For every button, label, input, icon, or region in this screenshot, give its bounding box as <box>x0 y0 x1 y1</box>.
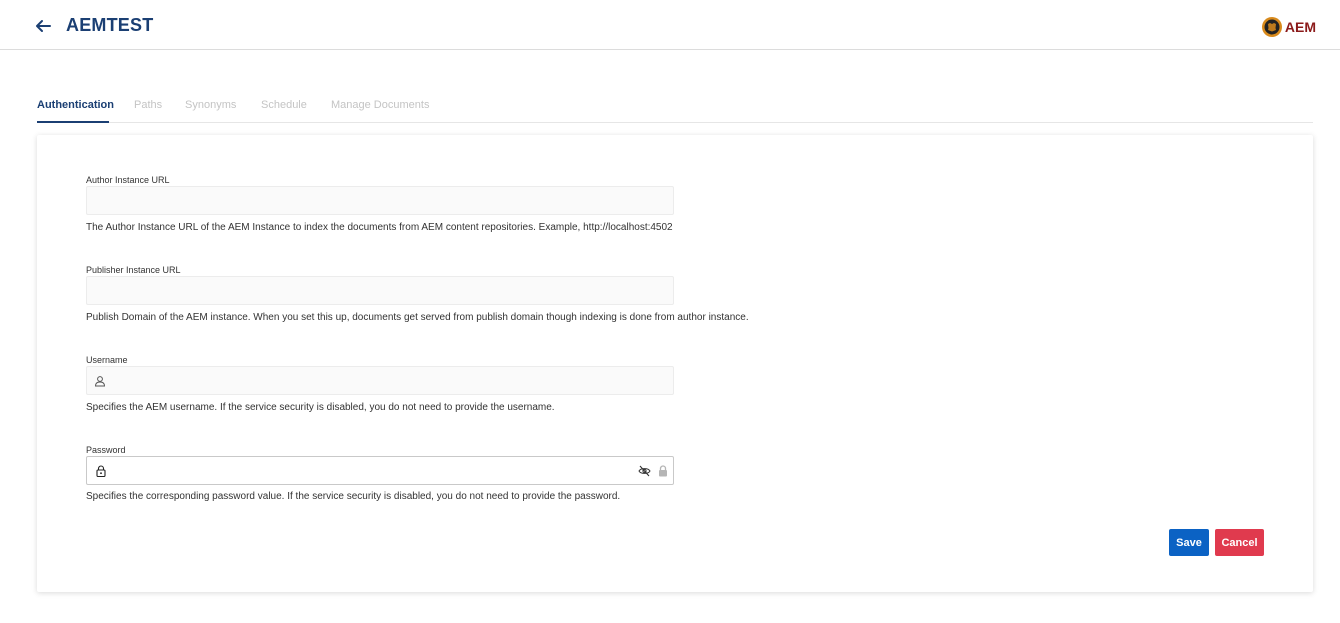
password-help: Specifies the corresponding password val… <box>86 491 621 502</box>
tab-paths[interactable]: Paths <box>134 99 162 111</box>
password-label: Password <box>86 445 126 455</box>
password-manager-lock-icon[interactable] <box>657 464 669 477</box>
publisher-url-input[interactable] <box>86 276 674 305</box>
user-icon <box>94 374 106 387</box>
active-tab-indicator <box>37 121 109 123</box>
username-input[interactable] <box>86 366 674 395</box>
publisher-url-label: Publisher Instance URL <box>86 265 181 275</box>
author-url-label: Author Instance URL <box>86 175 170 185</box>
authentication-form-card: Author Instance URL The Author Instance … <box>37 135 1313 592</box>
username-label: Username <box>86 355 128 365</box>
page-title: AEMTEST <box>66 15 154 35</box>
lock-icon <box>95 464 107 478</box>
tab-bar: Authentication Paths Synonyms Schedule M… <box>37 96 1313 123</box>
tab-synonyms[interactable]: Synonyms <box>185 99 236 111</box>
tab-authentication[interactable]: Authentication <box>37 99 114 111</box>
cancel-button[interactable]: Cancel <box>1215 529 1264 556</box>
publisher-url-help: Publish Domain of the AEM instance. When… <box>86 312 749 323</box>
password-input[interactable] <box>86 456 674 485</box>
tab-schedule[interactable]: Schedule <box>261 99 307 111</box>
brand: AEM <box>1261 15 1316 39</box>
arrow-left-icon[interactable] <box>34 18 52 34</box>
author-url-help: The Author Instance URL of the AEM Insta… <box>86 222 673 233</box>
brand-text: AEM <box>1284 19 1316 35</box>
aem-logo-icon <box>1261 16 1283 38</box>
save-button[interactable]: Save <box>1169 529 1209 556</box>
app-header: AEMTEST AEM <box>0 0 1340 50</box>
username-help: Specifies the AEM username. If the servi… <box>86 402 555 413</box>
tab-manage-documents[interactable]: Manage Documents <box>331 99 429 111</box>
eye-slash-icon[interactable] <box>638 464 651 477</box>
author-url-input[interactable] <box>86 186 674 215</box>
